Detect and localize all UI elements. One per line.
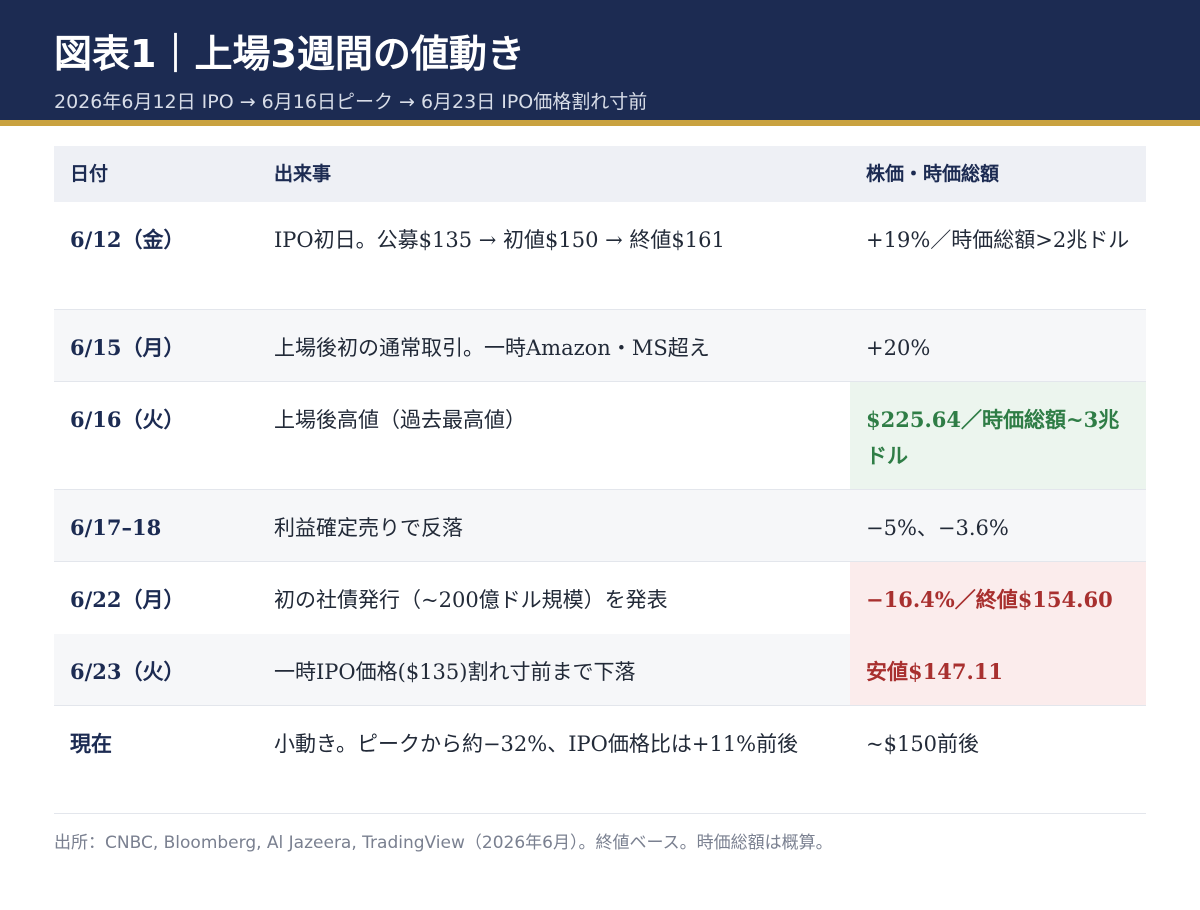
price-timeline-table: 日付 出来事 株価・時価総額 6/12（金） IPO初日。公募$135 → 初値… — [54, 146, 1146, 814]
row-event: 上場後初の通常取引。一時Amazon・MS超え — [274, 336, 710, 360]
column-header-price: 株価・時価総額 — [866, 163, 1000, 185]
row-price: ~$150前後 — [866, 732, 980, 756]
source-note: 出所：CNBC, Bloomberg, Al Jazeera, TradingV… — [54, 833, 833, 853]
column-header-date: 日付 — [70, 163, 109, 185]
table-row: 6/23（火） 一時IPO価格($135)割れ寸前まで下落 安値$147.11 — [54, 634, 1146, 706]
row-date: 6/15（月） — [70, 335, 185, 360]
row-date: 6/16（火） — [70, 407, 185, 432]
row-price-drop: −16.4%／終値$154.60 — [850, 562, 1146, 634]
figure-title: 図表1｜上場3週間の値動き — [54, 32, 525, 76]
table-row: 6/22（月） 初の社債発行（~200億ドル規模）を発表 −16.4%／終値$1… — [54, 562, 1146, 634]
row-date: 6/23（火） — [70, 659, 185, 684]
table-row: 6/17–18 利益確定売りで反落 −5%、−3.6% — [54, 490, 1146, 562]
row-price: +20% — [866, 336, 931, 360]
row-date: 現在 — [70, 731, 112, 756]
row-date: 6/12（金） — [70, 227, 185, 252]
row-event: 一時IPO価格($135)割れ寸前まで下落 — [274, 660, 636, 684]
row-event: 小動き。ピークから約−32%、IPO価格比は+11%前後 — [274, 732, 799, 756]
row-event: 初の社債発行（~200億ドル規模）を発表 — [274, 588, 668, 612]
row-price: −5%、−3.6% — [866, 516, 1009, 540]
row-event: 利益確定売りで反落 — [274, 516, 463, 540]
row-price-low: 安値$147.11 — [850, 634, 1146, 705]
row-event: IPO初日。公募$135 → 初値$150 → 終値$161 — [274, 228, 725, 252]
table-row: 6/12（金） IPO初日。公募$135 → 初値$150 → 終値$161 +… — [54, 202, 1146, 310]
figure-header: 図表1｜上場3週間の値動き 2026年6月12日 IPO → 6月16日ピーク … — [0, 0, 1200, 120]
header-accent-rule — [0, 120, 1200, 126]
column-header-event: 出来事 — [274, 163, 332, 185]
row-date: 6/17–18 — [70, 515, 162, 540]
table-row: 6/16（火） 上場後高値（過去最高値） $225.64／時価総額~3兆ドル — [54, 382, 1146, 490]
row-price-peak: $225.64／時価総額~3兆ドル — [850, 382, 1146, 489]
figure-subtitle: 2026年6月12日 IPO → 6月16日ピーク → 6月23日 IPO価格割… — [54, 91, 648, 113]
row-event: 上場後高値（過去最高値） — [274, 408, 526, 432]
table-header-row: 日付 出来事 株価・時価総額 — [54, 146, 1146, 202]
row-date: 6/22（月） — [70, 587, 185, 612]
table-row: 現在 小動き。ピークから約−32%、IPO価格比は+11%前後 ~$150前後 — [54, 706, 1146, 814]
row-price: +19%／時価総額>2兆ドル — [866, 228, 1130, 252]
table-row: 6/15（月） 上場後初の通常取引。一時Amazon・MS超え +20% — [54, 310, 1146, 382]
